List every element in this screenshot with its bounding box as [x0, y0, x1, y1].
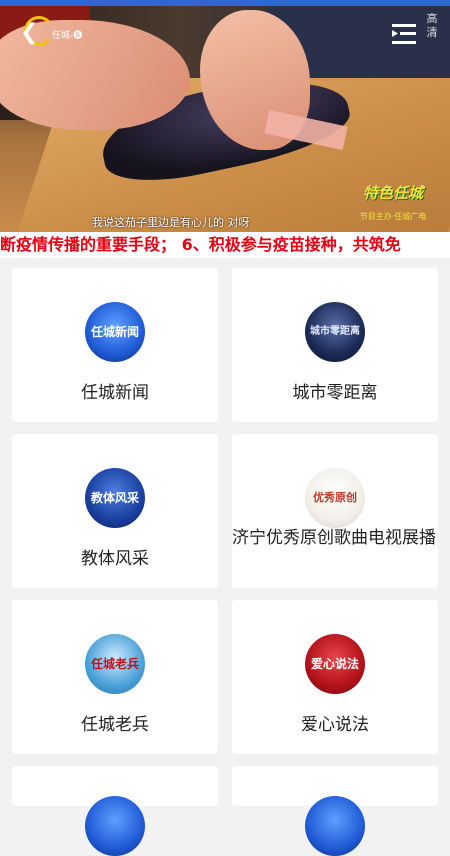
program-card[interactable]: 优秀原创 济宁优秀原创歌曲电视展播 [232, 434, 438, 588]
program-title: 济宁优秀原创歌曲电视展播 [232, 528, 436, 548]
program-title: 任城老兵 [81, 715, 149, 735]
thumbnail-text: 任城新闻 [90, 325, 139, 339]
program-card-partial[interactable] [12, 766, 218, 856]
badge-sub: 节目主办·任城广电 [359, 212, 427, 221]
thumbnail-text: 教体风采 [90, 491, 139, 505]
channel-label: 任城-🅑 [52, 31, 83, 41]
program-grid: 任城新闻 任城新闻 城市零距离 城市零距离 教体风采 教体风采 优秀原创 济宁优… [0, 258, 450, 856]
video-player[interactable]: ❮ 任城-🅑 高清 特色任城 节目主办·任城广电 我说这茄子里边是有心儿的 对呀 [0, 0, 450, 232]
badge-title: 特色任城 [362, 184, 423, 202]
program-thumbnail: 优秀原创 [305, 468, 365, 528]
program-title: 任城新闻 [81, 383, 149, 403]
thumbnail-text: 任城老兵 [90, 657, 139, 671]
news-ticker: 断疫情传播的重要手段； 6、积极参与疫苗接种，共筑免 [0, 232, 450, 258]
program-thumbnail: 任城新闻 [85, 302, 145, 362]
program-card[interactable]: 任城老兵 任城老兵 [12, 600, 218, 754]
program-card[interactable]: 教体风采 教体风采 [12, 434, 218, 588]
program-thumbnail: 城市零距离 [305, 302, 365, 362]
thumbnail-text: 优秀原创 [313, 491, 357, 504]
program-thumbnail: 教体风采 [85, 468, 145, 528]
thumbnail-text: 城市零距离 [310, 326, 360, 337]
program-thumbnail: 任城老兵 [85, 634, 145, 694]
thumbnail-text: 爱心说法 [310, 657, 359, 671]
program-card[interactable]: 任城新闻 任城新闻 [12, 268, 218, 422]
program-title: 教体风采 [81, 549, 149, 569]
program-thumbnail [305, 796, 365, 856]
video-subtitle: 我说这茄子里边是有心儿的 对呀 [92, 216, 250, 229]
playlist-icon[interactable] [392, 24, 416, 44]
hd-quality-button[interactable]: 高清 [424, 12, 440, 40]
back-icon[interactable]: ❮ [20, 22, 38, 44]
program-thumbnail [85, 796, 145, 856]
program-title: 城市零距离 [292, 383, 378, 403]
program-title: 爱心说法 [301, 715, 369, 735]
program-thumbnail: 爱心说法 [305, 634, 365, 694]
top-accent-bar [0, 0, 450, 6]
program-card[interactable]: 城市零距离 城市零距离 [232, 268, 438, 422]
program-card[interactable]: 爱心说法 爱心说法 [232, 600, 438, 754]
program-card-partial[interactable] [232, 766, 438, 856]
program-badge: 特色任城 节目主办·任城广电 [352, 182, 434, 222]
